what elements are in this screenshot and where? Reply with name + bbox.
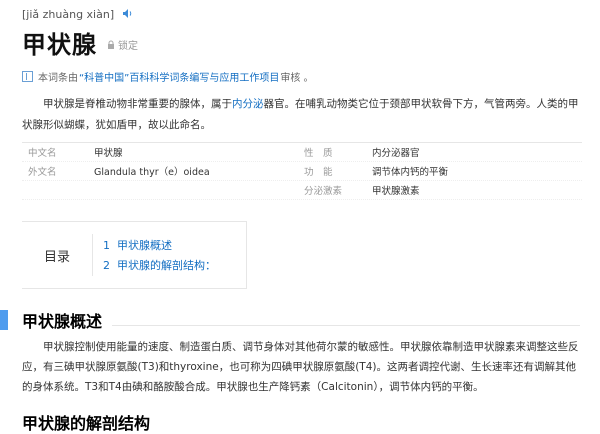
- toc-item-number: 1: [103, 238, 110, 252]
- basic-info-value: Glandula thyr（e）oidea: [94, 167, 210, 178]
- intro-text-a: 甲状腺是脊椎动物非常重要的腺体，属于: [43, 98, 232, 110]
- basic-info-row: 外文名 Glandula thyr（e）oidea 功 能 调节体内钙的平衡: [22, 162, 582, 181]
- pinyin: [jiǎ zhuàng xiàn]: [22, 8, 133, 22]
- toc-item[interactable]: 2 甲状腺的解剖结构：: [103, 255, 216, 275]
- notice-suffix: 审核 。: [280, 73, 314, 84]
- next-section-title: 甲状腺的解剖结构: [22, 414, 151, 433]
- toc-item[interactable]: 1 甲状腺概述: [103, 235, 216, 255]
- page-title: 甲状腺: [22, 30, 97, 59]
- section-heading: 甲状腺概述: [0, 309, 580, 331]
- basic-info-label: 外文名: [28, 167, 57, 178]
- speaker-icon[interactable]: [122, 8, 133, 22]
- basic-info-row: 分泌激素 甲状腺激素: [22, 181, 582, 200]
- basic-info-value: 内分泌器官: [372, 148, 420, 159]
- title-row: 甲状腺 锁定: [22, 27, 138, 59]
- notice-link[interactable]: “科普中国”百科科学词条编写与应用工作项目: [79, 69, 279, 84]
- section-accent-bar: [0, 310, 8, 330]
- section-title: 甲状腺概述: [22, 312, 103, 331]
- lock-status: 锁定: [107, 37, 138, 52]
- toc-heading: 目录: [22, 234, 93, 276]
- basic-info-label: 分泌激素: [304, 186, 343, 197]
- lock-icon: [108, 40, 114, 49]
- toc-item-label: 甲状腺的解剖结构：: [117, 259, 216, 272]
- basic-info-label: 性 质: [304, 148, 333, 159]
- section-paragraph: 甲状腺控制使用能量的速度、制造蛋白质、调节身体对其他荷尔蒙的敏感性。甲状腺依靠制…: [22, 341, 579, 393]
- table-of-contents: 目录 1 甲状腺概述 2 甲状腺的解剖结构：: [22, 221, 247, 289]
- basic-info-table: 中文名 甲状腺 性 质 内分泌器官 外文名 Glandula thyr（e）oi…: [22, 142, 582, 200]
- toc-item-label: 甲状腺概述: [117, 239, 172, 252]
- review-notice: 本词条由 “科普中国”百科科学词条编写与应用工作项目 审核 。: [22, 69, 314, 84]
- basic-info-row: 中文名 甲状腺 性 质 内分泌器官: [22, 143, 582, 162]
- lock-label: 锁定: [118, 40, 138, 52]
- toc-list: 1 甲状腺概述 2 甲状腺的解剖结构：: [93, 222, 216, 288]
- basic-info-label: 中文名: [28, 148, 57, 159]
- basic-info-value: 甲状腺激素: [372, 186, 420, 197]
- section-divider: [112, 324, 580, 326]
- pinyin-text: [jiǎ zhuàng xiàn]: [22, 8, 115, 21]
- intro-link[interactable]: 内分泌: [232, 98, 264, 110]
- basic-info-label: 功 能: [304, 167, 333, 178]
- basic-info-value: 调节体内钙的平衡: [372, 167, 449, 178]
- intro-paragraph: 甲状腺是脊椎动物非常重要的腺体，属于内分泌器官。在哺乳动物类它位于颈部甲状软骨下…: [22, 94, 582, 136]
- basic-info-value: 甲状腺: [94, 148, 123, 159]
- book-icon: [22, 71, 33, 82]
- toc-item-number: 2: [103, 258, 110, 272]
- notice-prefix: 本词条由: [38, 73, 78, 84]
